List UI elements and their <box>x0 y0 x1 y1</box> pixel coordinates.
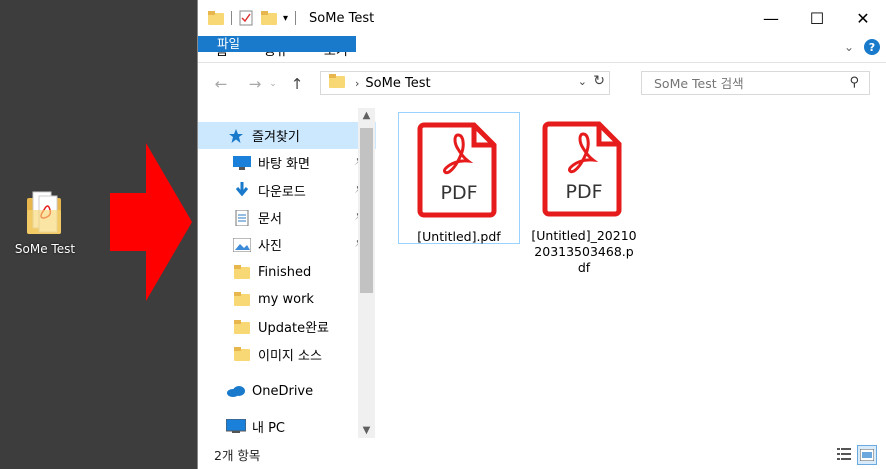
customize-dropdown-icon[interactable]: ▾ <box>283 13 288 24</box>
expand-ribbon-chevron-icon[interactable]: ⌄ <box>844 40 854 54</box>
sidebar-item-10[interactable]: OneDrive <box>198 378 376 405</box>
file-name: [Untitled].pdf <box>417 229 501 244</box>
title-bar: ▾ SoMe Test — ☐ ✕ <box>198 0 886 36</box>
file-item-untitled-timestamped-pdf[interactable]: PDF [Untitled]_20210 20313503468.p df <box>524 112 644 276</box>
sidebar-item-8[interactable]: Update완료 <box>198 313 376 340</box>
close-button[interactable]: ✕ <box>840 0 886 36</box>
divider <box>295 11 297 25</box>
tab-file[interactable]: 파일 <box>198 36 356 52</box>
scroll-down-icon[interactable]: ▼ <box>358 425 375 436</box>
ribbon-tabs: 파일 홈 공유 보기 ⌄ ? <box>198 36 886 63</box>
pdf-file-icon: PDF <box>542 121 622 217</box>
breadcrumb-chevron-icon[interactable]: › <box>355 77 359 90</box>
pc-icon <box>226 418 246 435</box>
details-view-icon[interactable] <box>835 445 853 463</box>
sidebar-item-2[interactable]: 바탕 화면📌 <box>198 149 376 176</box>
file-name-line: df <box>577 260 591 275</box>
back-arrow-icon[interactable]: ← <box>210 75 232 93</box>
breadcrumb[interactable]: SoMe Test <box>365 76 430 91</box>
desktop-folder-shortcut[interactable]: SoMe Test <box>8 188 82 256</box>
folder-icon <box>232 264 252 280</box>
item-count: 2개 항목 <box>214 448 261 463</box>
sidebar-item-label: 문서 <box>258 212 282 228</box>
cloud-icon <box>226 383 246 399</box>
sidebar-item-label: 바탕 화면 <box>258 157 310 173</box>
pictures-icon <box>232 237 252 253</box>
scroll-thumb[interactable] <box>360 128 373 293</box>
file-explorer-window: ▾ SoMe Test — ☐ ✕ 파일 홈 공유 보기 ⌄ ? ← → ⌄ ↑… <box>197 0 886 469</box>
sidebar-item-6[interactable]: Finished <box>198 258 376 285</box>
new-folder-icon[interactable] <box>261 11 277 25</box>
address-dropdown-icon[interactable]: ⌄ <box>578 75 587 88</box>
quick-access-toolbar: ▾ <box>208 10 303 26</box>
divider <box>231 11 232 25</box>
sidebar-item-3[interactable]: 다운로드📌 <box>198 177 376 204</box>
status-bar: 2개 항목 <box>198 440 886 469</box>
search-input[interactable] <box>652 74 846 92</box>
pdf-file-icon: PDF <box>417 122 497 218</box>
folder-icon <box>208 11 224 25</box>
sidebar-item-7[interactable]: my work <box>198 286 376 313</box>
sidebar-item-11[interactable]: 내 PC <box>198 413 376 438</box>
document-icon <box>232 209 252 226</box>
sidebar-item-5[interactable]: 사진📌 <box>198 231 376 258</box>
forward-arrow-icon[interactable]: → <box>244 75 266 93</box>
search-box[interactable]: ⚲ <box>641 71 870 95</box>
minimize-button[interactable]: — <box>748 0 794 36</box>
folder-with-pdf-icon <box>25 188 65 236</box>
sidebar-item-label: Finished <box>258 264 312 280</box>
refresh-icon[interactable]: ↻ <box>593 73 605 89</box>
sidebar-item-9[interactable]: 이미지 소스 <box>198 340 376 367</box>
window-title: SoMe Test <box>309 10 375 26</box>
folder-icon <box>232 319 252 335</box>
up-arrow-icon[interactable]: ↑ <box>286 75 308 93</box>
download-icon <box>232 182 252 198</box>
folder-icon <box>329 74 345 92</box>
large-icons-view-icon[interactable] <box>857 445 877 465</box>
pdf-badge-text: PDF <box>565 181 602 203</box>
nav-scrollbar[interactable]: ▲ ▼ <box>358 108 375 438</box>
recent-locations-chevron-icon[interactable]: ⌄ <box>266 79 280 89</box>
sidebar-item-label: 다운로드 <box>258 184 306 200</box>
sidebar-item-4[interactable]: 문서📌 <box>198 204 376 231</box>
address-bar-row: ← → ⌄ ↑ › SoMe Test ⌄ ↻ ⚲ <box>198 63 886 105</box>
folder-icon <box>232 291 252 307</box>
file-name-line: 20313503468.p <box>534 244 634 259</box>
file-name-line: [Untitled]_20210 <box>531 228 637 243</box>
search-icon[interactable]: ⚲ <box>849 75 859 90</box>
desktop-folder-label: SoMe Test <box>14 242 76 256</box>
sidebar-item-label: my work <box>258 291 314 307</box>
sidebar-item-1[interactable]: 즐겨찾기 <box>198 122 376 150</box>
navigation-pane: 즐겨찾기바탕 화면📌다운로드📌문서📌사진📌 Finished my work Upda… <box>198 122 376 438</box>
red-arrow-graphic <box>110 143 192 301</box>
sidebar-item-label: 즐겨찾기 <box>252 130 300 146</box>
properties-icon[interactable] <box>239 10 253 26</box>
folder-icon <box>232 346 252 362</box>
star-icon <box>226 128 246 144</box>
sidebar-item-label: OneDrive <box>252 383 314 399</box>
sidebar-item-label: 사진 <box>258 239 282 255</box>
scroll-up-icon[interactable]: ▲ <box>358 110 375 121</box>
file-item-untitled-pdf[interactable]: PDF [Untitled].pdf <box>398 112 520 244</box>
pdf-badge-text: PDF <box>440 182 477 204</box>
sidebar-item-label: 내 PC <box>252 421 286 437</box>
maximize-button[interactable]: ☐ <box>794 0 840 36</box>
file-list: PDF [Untitled].pdf PDF [Untitled]_20210 … <box>394 110 874 440</box>
sidebar-item-label: 이미지 소스 <box>258 348 322 364</box>
desktop-icon <box>232 155 252 171</box>
sidebar-item-label: Update완료 <box>258 321 330 337</box>
address-field[interactable]: › SoMe Test ⌄ ↻ <box>320 71 610 95</box>
help-icon[interactable]: ? <box>864 39 880 55</box>
